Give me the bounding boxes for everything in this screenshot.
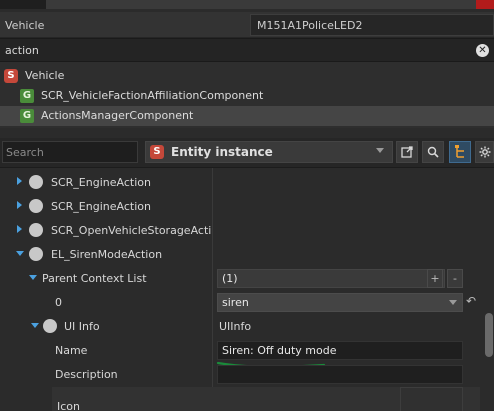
vehicle-row: Vehicle M151A1PoliceLED2 [0, 12, 494, 38]
scrollbar-thumb[interactable] [485, 313, 493, 357]
panel-separator [0, 128, 494, 138]
tree-item-faction-affiliation[interactable]: G SCR_VehicleFactionAffiliationComponent [0, 86, 494, 106]
property-label: Description [55, 368, 118, 381]
context-select-value: siren [222, 296, 249, 309]
property-row-action[interactable]: SCR_EngineAction [0, 170, 480, 194]
name-input[interactable]: Siren: Off duty mode [217, 341, 463, 360]
property-row-ui-info[interactable]: UI Info UIInfo [0, 314, 480, 338]
component-search-row[interactable]: action ✕ [0, 38, 494, 62]
chevron-down-icon[interactable] [31, 323, 39, 328]
property-row-siren-mode-action[interactable]: EL_SirenModeAction [0, 242, 480, 266]
entity-instance-dropdown[interactable]: S Entity instance [145, 141, 393, 163]
tree-item-label: Vehicle [25, 69, 65, 82]
object-circle-icon [29, 199, 43, 213]
close-icon[interactable]: ✕ [476, 44, 489, 57]
property-label: Icon [57, 400, 80, 411]
context-select[interactable]: siren [217, 293, 463, 312]
component-search-input[interactable]: action [5, 44, 39, 57]
undo-icon[interactable]: ↶ [466, 294, 476, 308]
window-top-strip [0, 0, 494, 9]
script-badge-icon: S [4, 69, 18, 83]
property-row-action[interactable]: SCR_OpenVehicleStorageAction [0, 218, 480, 242]
component-badge-icon: G [20, 109, 34, 123]
tree-item-actions-manager[interactable]: G ActionsManagerComponent [0, 106, 494, 126]
property-value: UIInfo [219, 320, 252, 333]
property-label: SCR_EngineAction [51, 176, 151, 189]
property-label: SCR_OpenVehicleStorageAction [51, 224, 211, 237]
window-close-button[interactable] [476, 0, 494, 9]
property-label: SCR_EngineAction [51, 200, 151, 213]
tree-item-label: ActionsManagerComponent [41, 109, 194, 122]
object-circle-icon [29, 223, 43, 237]
properties-toolbar: Search S Entity instance [0, 138, 494, 168]
vehicle-label: Vehicle [5, 19, 45, 32]
property-label: UI Info [64, 320, 100, 333]
search-icon[interactable] [422, 141, 444, 163]
top-strip-left [0, 0, 46, 9]
gear-icon[interactable] [475, 141, 494, 163]
entity-instance-label: Entity instance [171, 145, 273, 159]
tree-item-vehicle[interactable]: S Vehicle [0, 66, 494, 86]
script-badge-icon: S [150, 145, 164, 159]
chevron-right-icon[interactable] [17, 225, 22, 233]
tree-item-label: SCR_VehicleFactionAffiliationComponent [41, 89, 264, 102]
properties-panel: SCR_EngineAction SCR_EngineAction SCR_Op… [0, 168, 494, 411]
property-row-action[interactable]: SCR_EngineAction [0, 194, 480, 218]
icon-preview-box[interactable] [400, 387, 463, 411]
vertical-scrollbar[interactable] [484, 313, 494, 411]
property-label: 0 [55, 296, 62, 309]
property-label: Parent Context List [42, 272, 147, 285]
remove-item-button[interactable]: - [447, 269, 463, 288]
property-label: EL_SirenModeAction [51, 248, 163, 261]
property-label: Name [55, 344, 88, 357]
open-external-icon[interactable] [396, 141, 418, 163]
property-row-description[interactable]: Description [0, 362, 480, 386]
component-badge-icon: G [20, 89, 34, 103]
property-row-parent-context[interactable]: Parent Context List (1) + - [0, 266, 480, 290]
chevron-down-icon[interactable] [16, 251, 24, 256]
object-circle-icon [29, 247, 43, 261]
chevron-down-icon [449, 300, 457, 305]
description-input[interactable] [217, 365, 463, 384]
parent-context-list-field[interactable]: (1) [217, 269, 445, 288]
hierarchy-icon[interactable] [449, 141, 471, 163]
property-row-index[interactable]: 0 siren ↶ [0, 290, 480, 314]
vehicle-value-field[interactable]: M151A1PoliceLED2 [250, 14, 494, 36]
object-circle-icon [43, 319, 57, 333]
component-tree: S Vehicle G SCR_VehicleFactionAffiliatio… [0, 62, 494, 128]
add-item-button[interactable]: + [427, 269, 443, 288]
chevron-down-icon [376, 148, 384, 153]
object-circle-icon [29, 175, 43, 189]
properties-search-input[interactable]: Search [2, 141, 138, 163]
chevron-right-icon[interactable] [17, 177, 22, 185]
chevron-right-icon[interactable] [17, 201, 22, 209]
chevron-down-icon[interactable] [29, 275, 37, 280]
